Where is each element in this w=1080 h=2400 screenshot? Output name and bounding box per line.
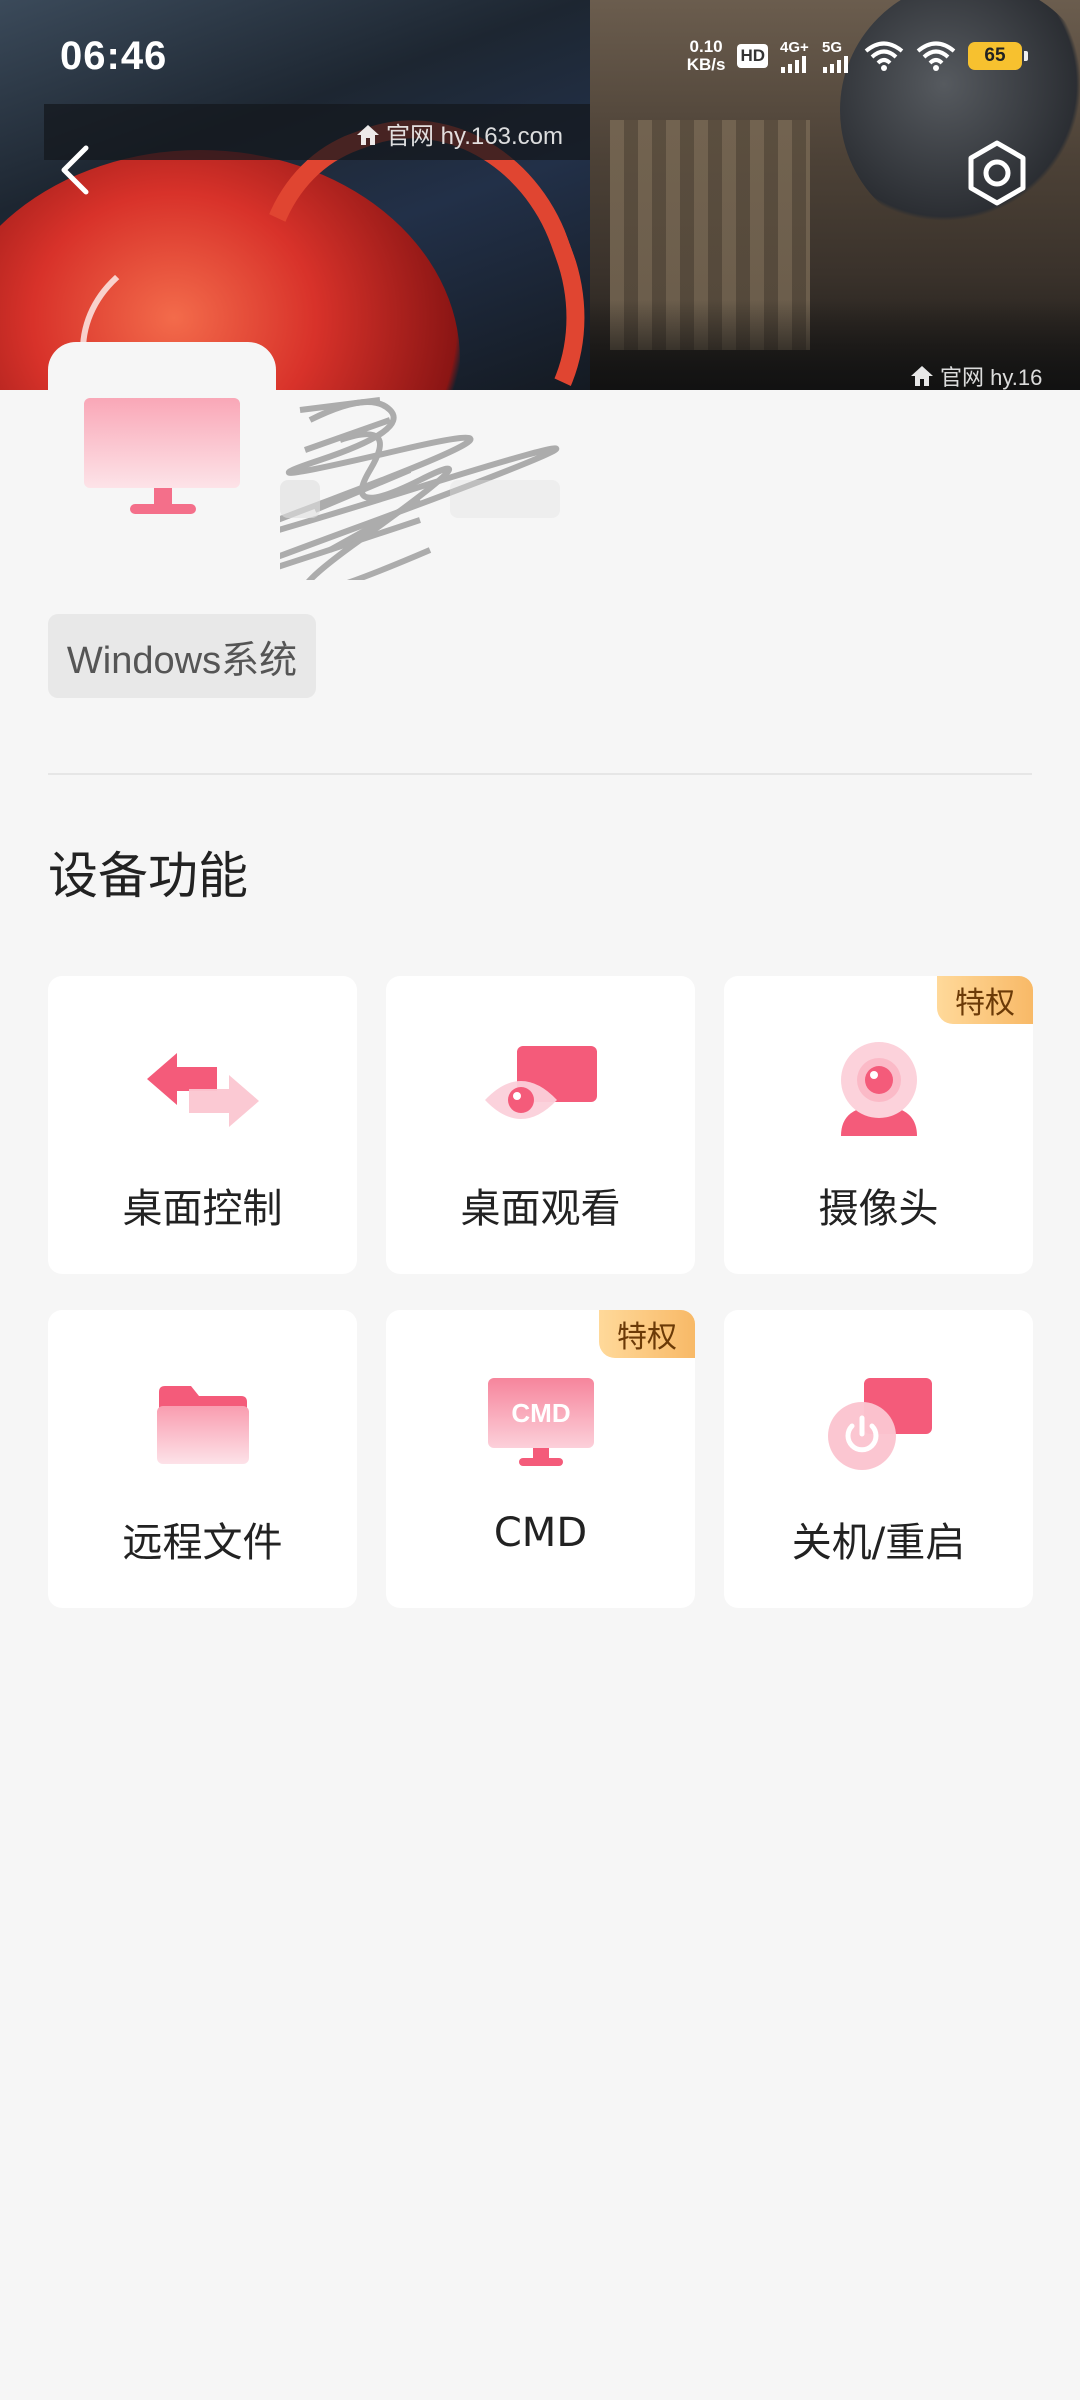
section-title: 设备功能 xyxy=(48,847,248,905)
function-card-camera[interactable]: 特权 摄像头 xyxy=(724,976,1033,1274)
home-icon xyxy=(357,125,379,145)
camera-icon xyxy=(819,1040,939,1140)
folder-icon xyxy=(143,1374,263,1474)
function-label: 桌面控制 xyxy=(122,1186,283,1232)
computer-icon xyxy=(84,398,240,514)
function-label: 摄像头 xyxy=(818,1186,939,1232)
wallpaper-watermark-2: 官网 hy.16 xyxy=(910,360,1042,390)
function-label: 关机/重启 xyxy=(791,1520,966,1566)
wallpaper-watermark: 官网 hy.163.com xyxy=(356,116,563,151)
redacted-device-name xyxy=(280,397,560,580)
cmd-icon: CMD xyxy=(481,1374,601,1474)
hd-voice-icon: HD xyxy=(737,44,768,68)
function-card-desktop-view[interactable]: 桌面观看 xyxy=(386,976,695,1274)
wifi-icon xyxy=(864,41,904,71)
desktop-control-icon xyxy=(143,1040,263,1140)
function-label: CMD xyxy=(493,1510,588,1556)
settings-icon[interactable] xyxy=(962,138,1032,208)
function-card-remote-files[interactable]: 远程文件 xyxy=(48,1310,357,1608)
privilege-badge: 特权 xyxy=(599,1310,695,1358)
back-icon[interactable] xyxy=(48,140,108,200)
device-detail-screen: 官网 hy.163.com 官网 hy.16 06:46 0.10 KB/s H… xyxy=(0,0,1080,2400)
function-card-desktop-control[interactable]: 桌面控制 xyxy=(48,976,357,1274)
os-tag: Windows系统 xyxy=(48,614,316,698)
home-icon xyxy=(911,366,933,386)
divider xyxy=(48,773,1032,775)
wifi-icon-2 xyxy=(916,41,956,71)
power-icon xyxy=(819,1374,939,1474)
function-card-cmd[interactable]: 特权 CMD CMD xyxy=(386,1310,695,1608)
function-card-power[interactable]: 关机/重启 xyxy=(724,1310,1033,1608)
function-label: 远程文件 xyxy=(122,1520,283,1566)
signal-5g-icon: 5G xyxy=(822,40,852,73)
function-grid: 桌面控制 桌面观看 特权 摄像头 远程文件 特权 CMD CMD 关机/重启 xyxy=(48,976,1033,1608)
network-speed: 0.10 KB/s xyxy=(686,37,726,74)
function-label: 桌面观看 xyxy=(460,1186,621,1232)
cmd-screen-text: CMD xyxy=(511,1398,570,1428)
battery-indicator: 65 xyxy=(968,42,1028,70)
desktop-view-icon xyxy=(481,1040,601,1140)
privilege-badge: 特权 xyxy=(937,976,1033,1024)
status-time: 06:46 xyxy=(60,34,168,78)
status-icons: 0.10 KB/s HD 4G+ 5G 65 xyxy=(686,37,1028,74)
signal-4g-icon: 4G+ xyxy=(780,40,810,73)
